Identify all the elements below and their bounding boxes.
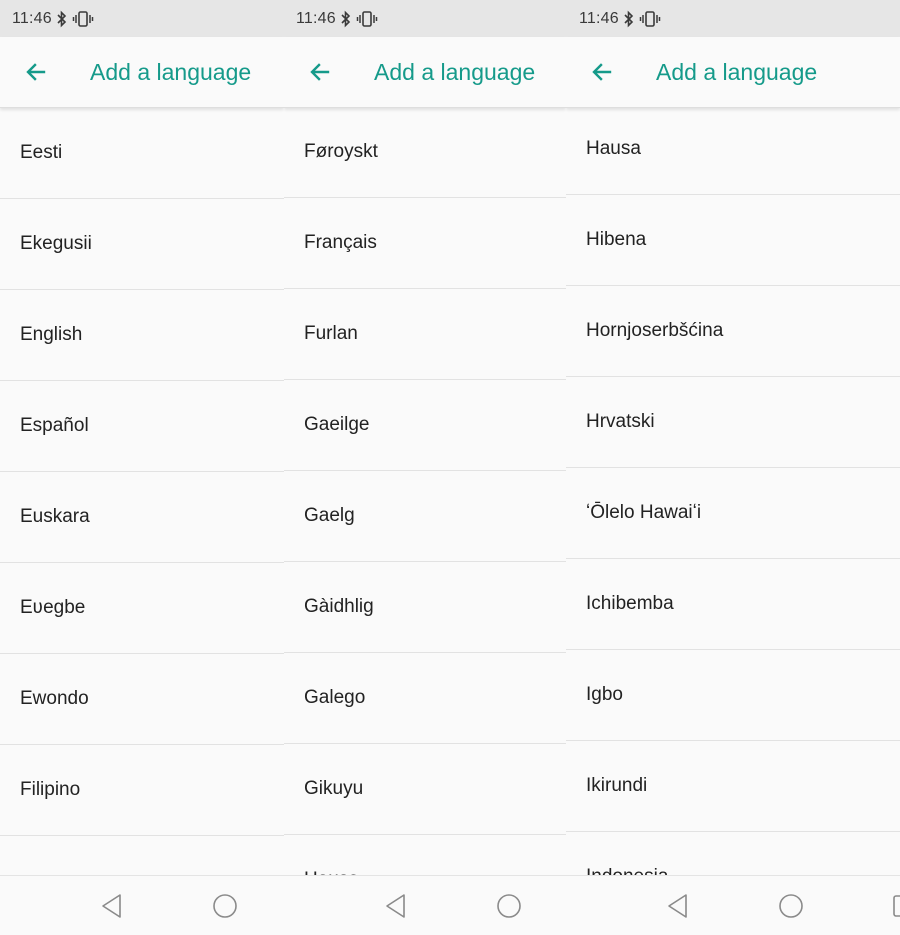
page-title: Add a language <box>90 58 252 85</box>
language-list: Føroyskt Français Furlan Gaeilge Gaelg G… <box>284 107 566 876</box>
language-item[interactable] <box>0 836 284 876</box>
language-item[interactable]: Indonesia <box>566 832 900 876</box>
triangle-back-icon[interactable] <box>666 893 690 919</box>
vibrate-icon <box>639 10 661 27</box>
bluetooth-icon <box>341 10 350 27</box>
navigation-bar <box>0 875 284 935</box>
language-item[interactable]: Hausa <box>566 104 900 195</box>
language-list: Hausa Hibena Hornjoserbšćina Hrvatski ʻŌ… <box>566 104 900 876</box>
language-item[interactable]: ʻŌlelo Hawaiʻi <box>566 468 900 559</box>
status-time: 11:46 <box>579 9 619 27</box>
language-item[interactable]: Hausa <box>284 835 566 876</box>
square-recent-icon[interactable] <box>892 895 900 917</box>
language-item[interactable]: Eesti <box>0 108 284 199</box>
language-item[interactable]: Galego <box>284 653 566 744</box>
app-bar: Add a language <box>0 37 284 108</box>
screen-panel-3: 11:46 Add a language Hausa Hibena Hornjo… <box>566 0 900 935</box>
language-item[interactable]: Hornjoserbšćina <box>566 286 900 377</box>
language-item[interactable]: Gaeilge <box>284 380 566 471</box>
status-bar: 11:46 <box>566 0 900 37</box>
bluetooth-icon <box>624 10 633 27</box>
language-item[interactable]: Hrvatski <box>566 377 900 468</box>
language-item[interactable]: Gaelg <box>284 471 566 562</box>
app-bar: Add a language <box>284 37 566 108</box>
language-item[interactable]: Igbo <box>566 650 900 741</box>
page-title: Add a language <box>656 58 818 85</box>
language-list: Eesti Ekegusii English Español Euskara E… <box>0 108 284 876</box>
vibrate-icon <box>356 10 378 27</box>
navigation-bar <box>566 875 900 935</box>
back-button[interactable] <box>584 54 620 90</box>
language-item[interactable]: Ekegusii <box>0 199 284 290</box>
language-item[interactable]: Ewondo <box>0 654 284 745</box>
status-time: 11:46 <box>12 9 52 27</box>
language-item[interactable]: Español <box>0 381 284 472</box>
page-title: Add a language <box>374 58 536 85</box>
language-item[interactable]: Euskara <box>0 472 284 563</box>
language-item[interactable]: English <box>0 290 284 381</box>
language-item[interactable]: Gikuyu <box>284 744 566 835</box>
circle-home-icon[interactable] <box>778 893 804 919</box>
language-item[interactable]: Hibena <box>566 195 900 286</box>
screen-panel-2: 11:46 Add a language Føroyskt Français F… <box>284 0 566 935</box>
back-button[interactable] <box>18 54 54 90</box>
language-item[interactable]: Føroyskt <box>284 107 566 198</box>
circle-home-icon[interactable] <box>496 893 522 919</box>
status-bar: 11:46 <box>284 0 566 37</box>
navigation-bar <box>284 875 566 935</box>
language-item[interactable]: Filipino <box>0 745 284 836</box>
status-bar: 11:46 <box>0 0 284 37</box>
language-item[interactable]: Ichibemba <box>566 559 900 650</box>
language-item[interactable]: Français <box>284 198 566 289</box>
screen-panel-1: 11:46 Add a language Eesti Ekegusii Engl… <box>0 0 284 935</box>
arrow-left-icon <box>26 63 46 81</box>
triangle-back-icon[interactable] <box>100 893 124 919</box>
back-button[interactable] <box>302 54 338 90</box>
app-bar: Add a language <box>566 37 900 108</box>
arrow-left-icon <box>592 63 612 81</box>
bluetooth-icon <box>57 10 66 27</box>
status-time: 11:46 <box>296 9 336 27</box>
language-item[interactable]: Gàidhlig <box>284 562 566 653</box>
circle-home-icon[interactable] <box>212 893 238 919</box>
language-item[interactable]: Ikirundi <box>566 741 900 832</box>
vibrate-icon <box>72 10 94 27</box>
language-item[interactable]: Furlan <box>284 289 566 380</box>
arrow-left-icon <box>310 63 330 81</box>
triangle-back-icon[interactable] <box>384 893 408 919</box>
language-item[interactable]: Eʋegbe <box>0 563 284 654</box>
